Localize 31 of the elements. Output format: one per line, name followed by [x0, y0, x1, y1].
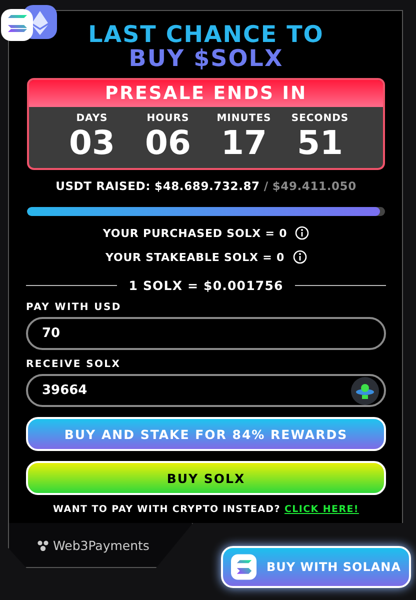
unit-label: HOURS	[146, 113, 190, 124]
paw-icon	[37, 540, 49, 550]
countdown-title: PRESALE ENDS IN	[29, 80, 383, 107]
click-here-link[interactable]: CLICK HERE!	[284, 504, 359, 515]
unit-value: 06	[145, 124, 191, 162]
price-text: 1 SOLX = $0.001756	[128, 278, 284, 293]
headline: LAST CHANCE TO	[87, 23, 325, 47]
brand-name: Web3Payments	[53, 538, 150, 552]
unit-value: 51	[297, 124, 343, 162]
unit-label: MINUTES	[216, 113, 272, 124]
token-icon	[351, 377, 379, 405]
unit-label: DAYS	[76, 113, 108, 124]
raised-label: USDT RAISED:	[56, 179, 151, 193]
balance-text: YOUR PURCHASED SOLX = 0	[102, 226, 288, 240]
goal-amount: $49.411.050	[272, 179, 356, 193]
field-label: PAY WITH USD	[26, 302, 122, 313]
solana-icon	[231, 554, 257, 580]
info-icon[interactable]	[295, 226, 310, 240]
input-field[interactable]: 39664	[26, 374, 386, 407]
unit-value: 03	[69, 124, 115, 162]
buy-button[interactable]: BUY SOLX	[26, 461, 386, 495]
headline: BUY $SOLX	[128, 47, 284, 71]
info-icon[interactable]	[292, 250, 307, 264]
raised-amount: $48.689.732.87	[154, 179, 260, 193]
separator: /	[264, 179, 268, 193]
crypto-prompt: WANT TO PAY WITH CRYPTO INSTEAD? CLICK HERE!	[52, 504, 360, 515]
input-field[interactable]: 70	[26, 317, 386, 350]
unit-value: 17	[221, 124, 267, 162]
balance-text: YOUR STAKEABLE SOLX = 0	[105, 250, 285, 264]
field-label: RECEIVE SOLX	[26, 359, 122, 370]
unit-label: SECONDS	[291, 113, 349, 124]
